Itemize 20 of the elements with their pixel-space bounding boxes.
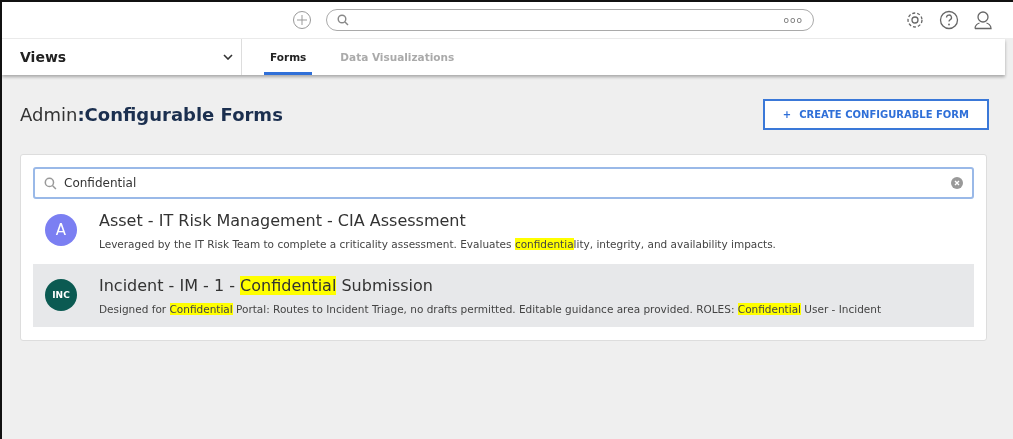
avatar: INC xyxy=(45,279,77,311)
chevron-down-icon xyxy=(223,54,233,60)
create-form-button[interactable]: + CREATE CONFIGURABLE FORM xyxy=(762,99,989,130)
more-options[interactable]: ooo xyxy=(783,15,803,25)
result-item[interactable]: INC Incident - IM - 1 - Confidential Submission Designed for Confidential Portal: Routes to Incident Triage, no drafts permitted. Editable guidance area provided. ROLES: Confidential User - Incident xyxy=(33,264,974,327)
settings-icon[interactable] xyxy=(905,10,925,30)
result-title: Incident - IM - 1 - Confidential Submission xyxy=(99,276,434,295)
result-description: Designed for Confidential Portal: Routes to Incident Triage, no drafts permitted. Editable guidance area provided. ROLES: Confidential User - Incident xyxy=(99,303,882,315)
page-title: Admin:Configurable Forms xyxy=(20,104,283,125)
result-description: Leveraged by the IT Risk Team to complete a criticality assessment. Evaluates confidentiality, integrity, and availability impacts. xyxy=(99,238,776,250)
search-icon xyxy=(337,14,349,26)
search-field[interactable]: Confidential xyxy=(33,167,974,199)
help-icon[interactable] xyxy=(939,10,959,30)
result-title: Asset - IT Risk Management - CIA Assessment xyxy=(99,211,467,230)
user-icon[interactable] xyxy=(973,10,993,30)
views-dropdown[interactable]: Views xyxy=(2,39,242,75)
avatar: A xyxy=(45,214,77,246)
tab[interactable]: Forms xyxy=(264,39,313,75)
clear-icon[interactable] xyxy=(951,177,963,189)
search-icon xyxy=(44,176,57,190)
